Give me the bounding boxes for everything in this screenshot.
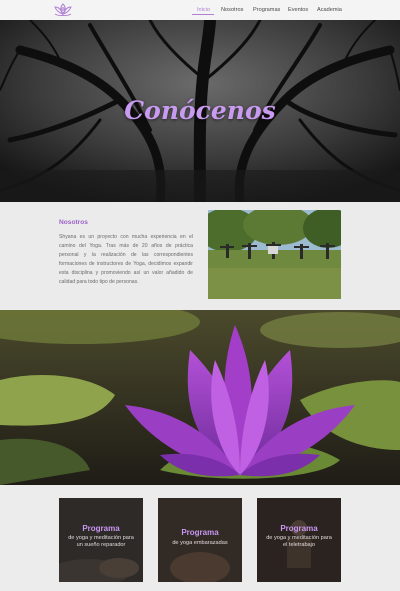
nav-item-programas[interactable]: Programas [253, 7, 280, 13]
program-card-description: de yoga y meditación para el teletrabajo [266, 535, 332, 548]
program-card-title: Programa [181, 528, 219, 537]
program-card-description: de yoga embarazadas [172, 540, 228, 546]
lotus-logo-icon[interactable] [52, 1, 74, 19]
program-card-sleep[interactable]: Programa de yoga y meditación para un su… [59, 498, 143, 582]
program-card-title: Programa [280, 524, 318, 533]
about-body: Shyana es un proyecto con mucha experien… [59, 234, 193, 285]
nav-item-academia[interactable]: Academia [317, 7, 342, 13]
nav-item-inicio[interactable]: Inicio [197, 7, 210, 13]
hero-banner: Conócenos [0, 20, 400, 202]
nav-item-eventos[interactable]: Eventos [288, 7, 308, 13]
program-card-pregnancy[interactable]: Programa de yoga embarazadas [158, 498, 242, 582]
program-card-telework[interactable]: Programa de yoga y meditación para el te… [257, 498, 341, 582]
about-heading: Nosotros [59, 219, 88, 226]
lotus-flower-image [0, 310, 400, 485]
program-card-description: de yoga y meditación para un sueño repar… [68, 535, 134, 548]
program-card-title: Programa [82, 524, 120, 533]
nav-active-underline [192, 14, 214, 15]
yoga-class-photo [208, 210, 341, 299]
nav-item-nosotros[interactable]: Nosotros [221, 7, 243, 13]
hero-title: Conócenos [124, 96, 276, 125]
top-navbar: Inicio Nosotros Programas Eventos Academ… [0, 0, 400, 20]
